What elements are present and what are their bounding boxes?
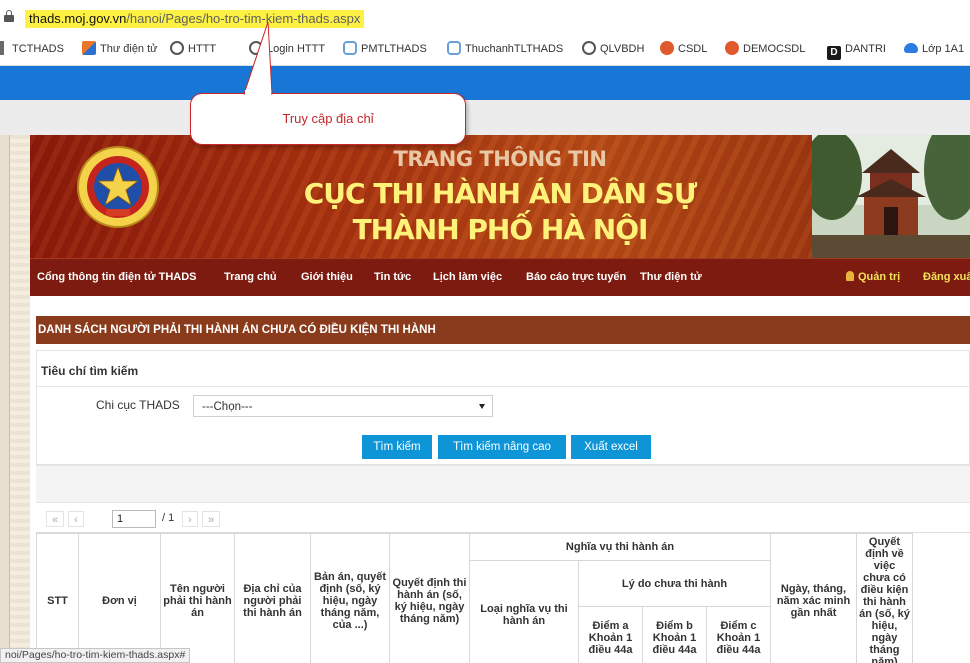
url-host: thads.moj.gov.vn [29, 11, 127, 26]
col-stt: STT [36, 533, 79, 663]
bookmark-qlvbdh[interactable]: QLVBDH [582, 40, 644, 58]
site-banner: TRANG THÔNG TIN CỤC THI HÀNH ÁN DÂN SỰ T… [30, 135, 970, 258]
pager: « ‹ 1 / 1 › » [36, 503, 970, 533]
user-icon [846, 271, 854, 281]
nav-bao-cao[interactable]: Báo cáo trực tuyến [526, 271, 626, 283]
address-bar[interactable]: thads.moj.gov.vn/hanoi/Pages/ho-tro-tim-… [0, 0, 970, 32]
col-dia-chi: Địa chỉ của người phải thi hành án [234, 533, 311, 663]
advanced-search-button[interactable]: Tìm kiếm nâng cao [438, 435, 566, 459]
col-ngay-xac-minh: Ngày, tháng, năm xác minh gần nhất [770, 533, 857, 663]
col-diem-c: Điểm c Khoản 1 điều 44a [706, 606, 771, 663]
col-ten-nguoi: Tên người phải thi hành án [160, 533, 235, 663]
cloud-icon [904, 43, 918, 53]
dot-icon [725, 41, 739, 55]
bookmark-lop-1a1[interactable]: Lớp 1A1 [904, 40, 964, 58]
bookmark-label: Lớp 1A1 [922, 43, 965, 55]
bookmark-dantri[interactable]: D DANTRI [827, 40, 886, 60]
next-page-button[interactable]: › [182, 511, 198, 527]
chicuc-select-value: ---Chọn--- [202, 401, 253, 413]
chicuc-select[interactable]: ---Chọn--- [193, 395, 493, 417]
main-navbar: Cổng thông tin điện tử THADS Trang chủ G… [30, 258, 970, 296]
bookmark-pmtlthads[interactable]: PMTLTHADS [343, 40, 427, 58]
bookmark-tcthads[interactable]: TCTHADS [0, 40, 64, 58]
chicuc-label: Chi cục THADS [96, 398, 180, 412]
bookmark-democsdl[interactable]: DEMOCSDL [725, 40, 805, 58]
page-number-input[interactable]: 1 [112, 510, 156, 528]
bookmark-label: DEMOCSDL [743, 43, 806, 55]
nav-thu-dien-tu[interactable]: Thư điện tử [640, 271, 702, 283]
bookmark-label: ThuchanhTLTHADS [465, 43, 564, 55]
nav-dang-xuat[interactable]: Đăng xuất [923, 271, 970, 283]
bookmark-label: TCTHADS [12, 43, 64, 55]
dot-icon [660, 41, 674, 55]
page-number-value: 1 [117, 513, 124, 525]
col-qd-chua-dieu-kien: Quyết định về việc chưa có điều kiện thi… [856, 533, 913, 663]
dropdown-arrow-icon [479, 404, 485, 409]
bookmark-csdl[interactable]: CSDL [660, 40, 707, 58]
globe-icon [170, 41, 184, 55]
site-top-bar [0, 66, 970, 100]
nav-lich-lam-viec[interactable]: Lịch làm việc [433, 271, 502, 283]
globe-icon [582, 41, 596, 55]
export-excel-button[interactable]: Xuất excel [571, 435, 651, 459]
col-diem-a: Điểm a Khoản 1 điều 44a [578, 606, 643, 663]
search-panel-header: Tiêu chí tìm kiếm [37, 351, 969, 387]
page-left-pattern [10, 135, 30, 663]
criteria-label: Tiêu chí tìm kiếm [41, 364, 139, 378]
col-diem-b: Điểm b Khoản 1 điều 44a [642, 606, 707, 663]
page-title: DANH SÁCH NGƯỜI PHẢI THI HÀNH ÁN CHƯA CÓ… [38, 324, 436, 336]
bookmark-label: Login HTTT [267, 43, 326, 55]
bookmark-label: QLVBDH [600, 43, 645, 55]
nav-quan-tri[interactable]: Quản trị [846, 271, 900, 283]
col-ly-do: Lý do chưa thi hành [578, 560, 771, 607]
bookmark-thu-dien-tu[interactable]: Thư điện tử [82, 40, 158, 58]
nav-gioi-thieu[interactable]: Giới thiệu [301, 271, 353, 283]
last-page-button[interactable]: » [202, 511, 220, 527]
bookmark-login-httt[interactable]: Login HTTT [249, 40, 325, 58]
bookmarks-bar: TCTHADS Thư điện tử HTTT Login HTTT PMTL… [0, 32, 970, 66]
nav-cong-thong-tin[interactable]: Cổng thông tin điện tử THADS [37, 271, 197, 283]
bookmark-label: CSDL [678, 43, 708, 55]
bookmark-httt[interactable]: HTTT [170, 40, 216, 58]
col-loai-nghia-vu: Loại nghĩa vụ thi hành án [469, 560, 579, 663]
bookmark-label: Thư điện tử [100, 43, 158, 55]
page-total: / 1 [162, 512, 175, 524]
bookmark-label: DANTRI [845, 43, 886, 55]
list-title-bar: DANH SÁCH NGƯỜI PHẢI THI HÀNH ÁN CHƯA CÓ… [36, 316, 970, 344]
lock-icon [4, 10, 14, 22]
globe-icon [249, 41, 263, 55]
first-page-button[interactable]: « [46, 511, 64, 527]
col-quyet-dinh: Quyết định thi hành án (số, ký hiệu, ngà… [389, 533, 470, 663]
app-icon [343, 41, 357, 55]
temple-image [812, 135, 970, 258]
nav-quan-tri-label: Quản trị [858, 271, 901, 283]
office-icon [82, 41, 96, 55]
folder-icon [0, 41, 4, 55]
col-ban-an: Bản án, quyết định (số, ký hiệu, ngày th… [310, 533, 390, 663]
annotation-callout: Truy cập địa chỉ [190, 93, 466, 145]
url-text[interactable]: thads.moj.gov.vn/hanoi/Pages/ho-tro-tim-… [25, 10, 365, 28]
prev-page-button[interactable]: ‹ [68, 511, 84, 527]
site-gray-bar [0, 100, 970, 135]
search-button[interactable]: Tìm kiếm [362, 435, 432, 459]
app-icon [447, 41, 461, 55]
bookmark-thuchanh[interactable]: ThuchanhTLTHADS [447, 40, 563, 58]
bookmark-label: PMTLTHADS [361, 43, 427, 55]
url-path: /hanoi/Pages/ho-tro-tim-kiem-thads.aspx [126, 11, 361, 26]
results-table: STT Đơn vị Tên người phải thi hành án Đị… [36, 533, 913, 663]
nav-tin-tuc[interactable]: Tin tức [374, 271, 411, 283]
bookmark-label: HTTT [188, 43, 217, 55]
col-nghia-vu: Nghĩa vụ thi hành án [469, 533, 771, 561]
browser-status-url: noi/Pages/ho-tro-tim-kiem-thads.aspx# [0, 648, 191, 663]
nav-trang-chu[interactable]: Trang chủ [224, 271, 277, 283]
callout-text: Truy cập địa chỉ [282, 111, 374, 126]
page-left-border [0, 135, 10, 663]
col-don-vi: Đơn vị [78, 533, 161, 663]
results-toolbar [36, 465, 970, 503]
dantri-icon: D [827, 46, 841, 60]
